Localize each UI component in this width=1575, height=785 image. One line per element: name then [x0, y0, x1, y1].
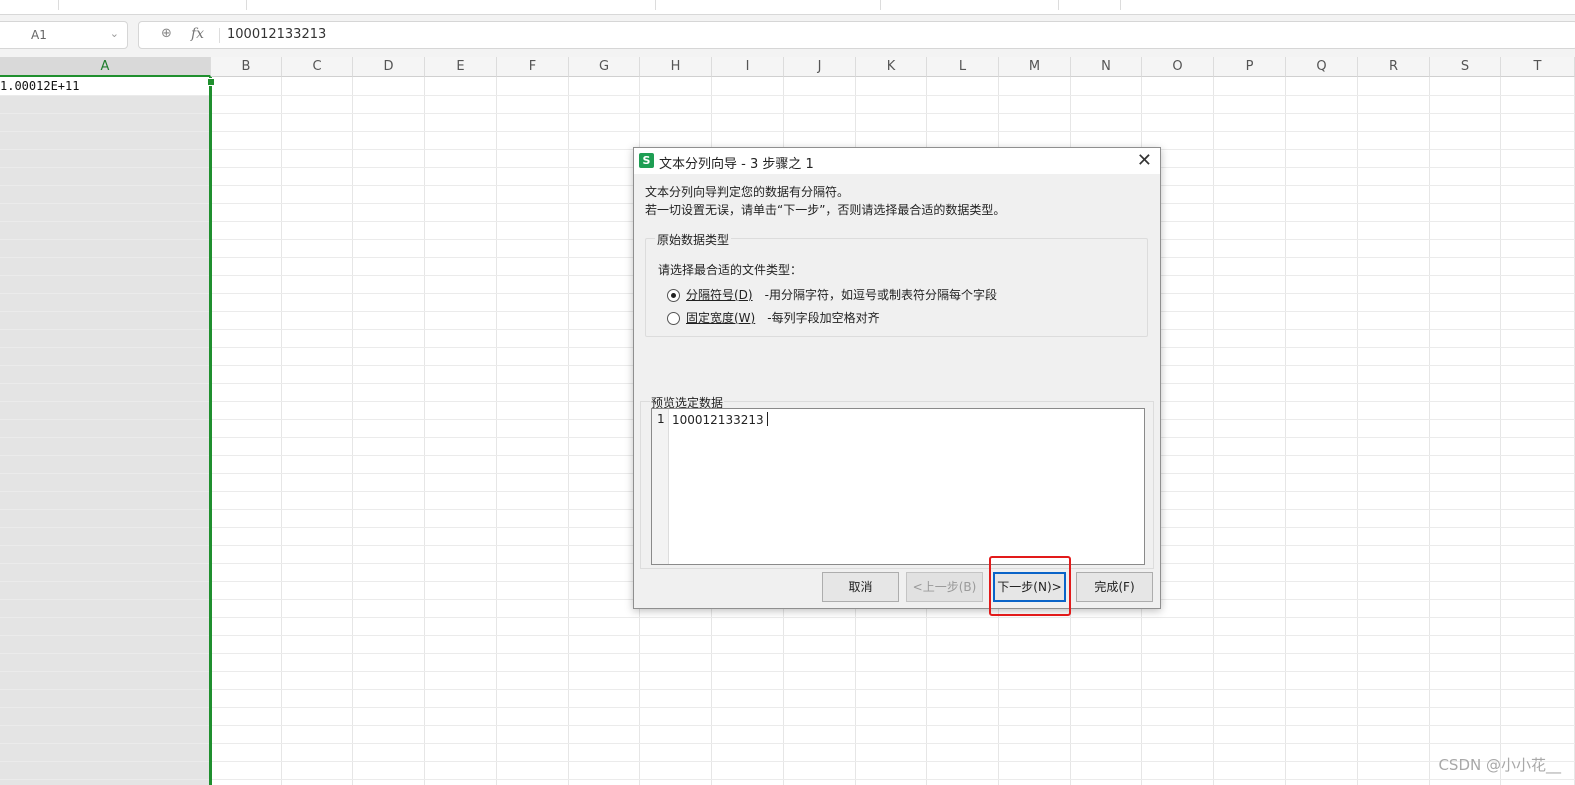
- grid-row-line: [0, 131, 1575, 132]
- close-icon[interactable]: ✕: [1137, 150, 1152, 171]
- preview-pane[interactable]: 1 100012133213: [651, 408, 1145, 565]
- radio-button[interactable]: [667, 312, 680, 325]
- column-header-h[interactable]: H: [640, 57, 712, 77]
- column-header-d[interactable]: D: [353, 57, 425, 77]
- description-line: 若一切设置无误，请单击“下一步”，否则请选择最合适的数据类型。: [645, 203, 1006, 217]
- grid-column-line: [1429, 77, 1430, 785]
- selection-border: [209, 77, 212, 785]
- grid-column-line: [1285, 77, 1286, 785]
- finish-button[interactable]: 完成(F): [1076, 572, 1153, 602]
- preview-group: 预览选定数据 1 100012133213: [640, 394, 1154, 569]
- radio-hint: -用分隔字符，如逗号或制表符分隔每个字段: [764, 288, 997, 302]
- grid-row-line: [0, 653, 1575, 654]
- grid-row-line: [0, 725, 1575, 726]
- toolbar-divider: [1058, 0, 1059, 10]
- cancel-button[interactable]: 取消: [822, 572, 899, 602]
- selected-column-a[interactable]: [0, 77, 211, 785]
- grid-row-line: [0, 617, 1575, 618]
- column-header-k[interactable]: K: [856, 57, 927, 77]
- column-header-n[interactable]: N: [1071, 57, 1142, 77]
- column-header-j[interactable]: J: [784, 57, 856, 77]
- toolbar-divider: [880, 0, 881, 10]
- toolbar-divider: [246, 0, 247, 10]
- grid-row-line: [0, 761, 1575, 762]
- column-header-e[interactable]: E: [425, 57, 497, 77]
- grid-column-line: [281, 77, 282, 785]
- column-header-s[interactable]: S: [1430, 57, 1501, 77]
- radio-hint: -每列字段加空格对齐: [767, 311, 880, 325]
- column-header-p[interactable]: P: [1214, 57, 1286, 77]
- column-header-q[interactable]: Q: [1286, 57, 1358, 77]
- toolbar-divider: [58, 0, 59, 10]
- column-header-g[interactable]: G: [569, 57, 640, 77]
- name-box-value: A1: [31, 28, 47, 42]
- radio-label[interactable]: 固定宽度(W): [686, 311, 755, 325]
- grid-column-line: [568, 77, 569, 785]
- name-box[interactable]: A1 ⌄: [0, 21, 128, 49]
- grid-column-line: [1500, 77, 1501, 785]
- preview-line: 100012133213: [672, 413, 764, 427]
- text-to-columns-dialog: S 文本分列向导 - 3 步骤之 1 ✕ 文本分列向导判定您的数据有分隔符。 若…: [633, 147, 1161, 609]
- radio-button[interactable]: [667, 289, 680, 302]
- dialog-title: 文本分列向导 - 3 步骤之 1: [659, 157, 814, 172]
- formula-divider: [219, 28, 220, 43]
- radio-label[interactable]: 分隔符号(D): [686, 288, 753, 302]
- grid-row-line: [0, 635, 1575, 636]
- grid-row-line: [0, 707, 1575, 708]
- column-header-c[interactable]: C: [282, 57, 353, 77]
- formula-value: 100012133213: [227, 27, 327, 42]
- column-header-r[interactable]: R: [1358, 57, 1430, 77]
- zoom-icon[interactable]: ⊕: [161, 26, 172, 41]
- column-header-i[interactable]: I: [712, 57, 784, 77]
- function-icon[interactable]: fx: [191, 26, 204, 42]
- group-legend: 原始数据类型: [655, 231, 732, 248]
- column-header-o[interactable]: O: [1142, 57, 1214, 77]
- fill-handle[interactable]: [207, 78, 215, 86]
- annotation-highlight-box: [989, 556, 1071, 616]
- original-type-group: 原始数据类型 请选择最合适的文件类型： 分隔符号(D) -用分隔字符，如逗号或制表…: [645, 231, 1148, 337]
- grid-row-line: [0, 743, 1575, 744]
- toolbar-divider: [655, 0, 656, 10]
- app-logo-icon: S: [639, 153, 654, 168]
- line-number: 1: [657, 412, 665, 426]
- cell-a1[interactable]: 1.00012E+11: [0, 77, 209, 95]
- dialog-description: 文本分列向导判定您的数据有分隔符。 若一切设置无误，请单击“下一步”，否则请选择…: [645, 183, 1005, 219]
- formula-bar-area: A1 ⌄ ⊕ fx 100012133213: [0, 15, 1575, 58]
- grid-column-line: [1357, 77, 1358, 785]
- column-header-a[interactable]: A: [0, 57, 211, 77]
- formula-input[interactable]: ⊕ fx 100012133213: [138, 21, 1575, 49]
- back-button[interactable]: <上一步(B): [906, 572, 983, 602]
- grid-row-line: [0, 113, 1575, 114]
- description-line: 文本分列向导判定您的数据有分隔符。: [645, 185, 850, 199]
- text-caret: [767, 412, 768, 426]
- grid-row-line: [0, 779, 1575, 780]
- grid-row-line: [0, 689, 1575, 690]
- column-header-t[interactable]: T: [1501, 57, 1575, 77]
- file-type-prompt: 请选择最合适的文件类型：: [658, 263, 803, 277]
- radio-fixed-width[interactable]: 固定宽度(W) -每列字段加空格对齐: [667, 309, 880, 326]
- column-header-b[interactable]: B: [211, 57, 282, 77]
- grid-column-line: [496, 77, 497, 785]
- grid-column-line: [352, 77, 353, 785]
- grid-row-line: [0, 671, 1575, 672]
- radio-delimited[interactable]: 分隔符号(D) -用分隔字符，如逗号或制表符分隔每个字段: [667, 286, 997, 303]
- chevron-down-icon[interactable]: ⌄: [110, 27, 119, 40]
- grid-row-line: [0, 95, 1575, 96]
- column-header-m[interactable]: M: [999, 57, 1071, 77]
- grid-column-line: [424, 77, 425, 785]
- line-number-gutter: [652, 409, 669, 564]
- toolbar-divider: [1120, 0, 1121, 10]
- watermark: CSDN @小小花__: [1438, 756, 1561, 774]
- column-header-l[interactable]: L: [927, 57, 999, 77]
- grid-column-line: [1213, 77, 1214, 785]
- top-toolbar-strip: [0, 0, 1575, 15]
- dialog-title-bar[interactable]: S 文本分列向导 - 3 步骤之 1 ✕: [634, 148, 1160, 174]
- column-header-f[interactable]: F: [497, 57, 569, 77]
